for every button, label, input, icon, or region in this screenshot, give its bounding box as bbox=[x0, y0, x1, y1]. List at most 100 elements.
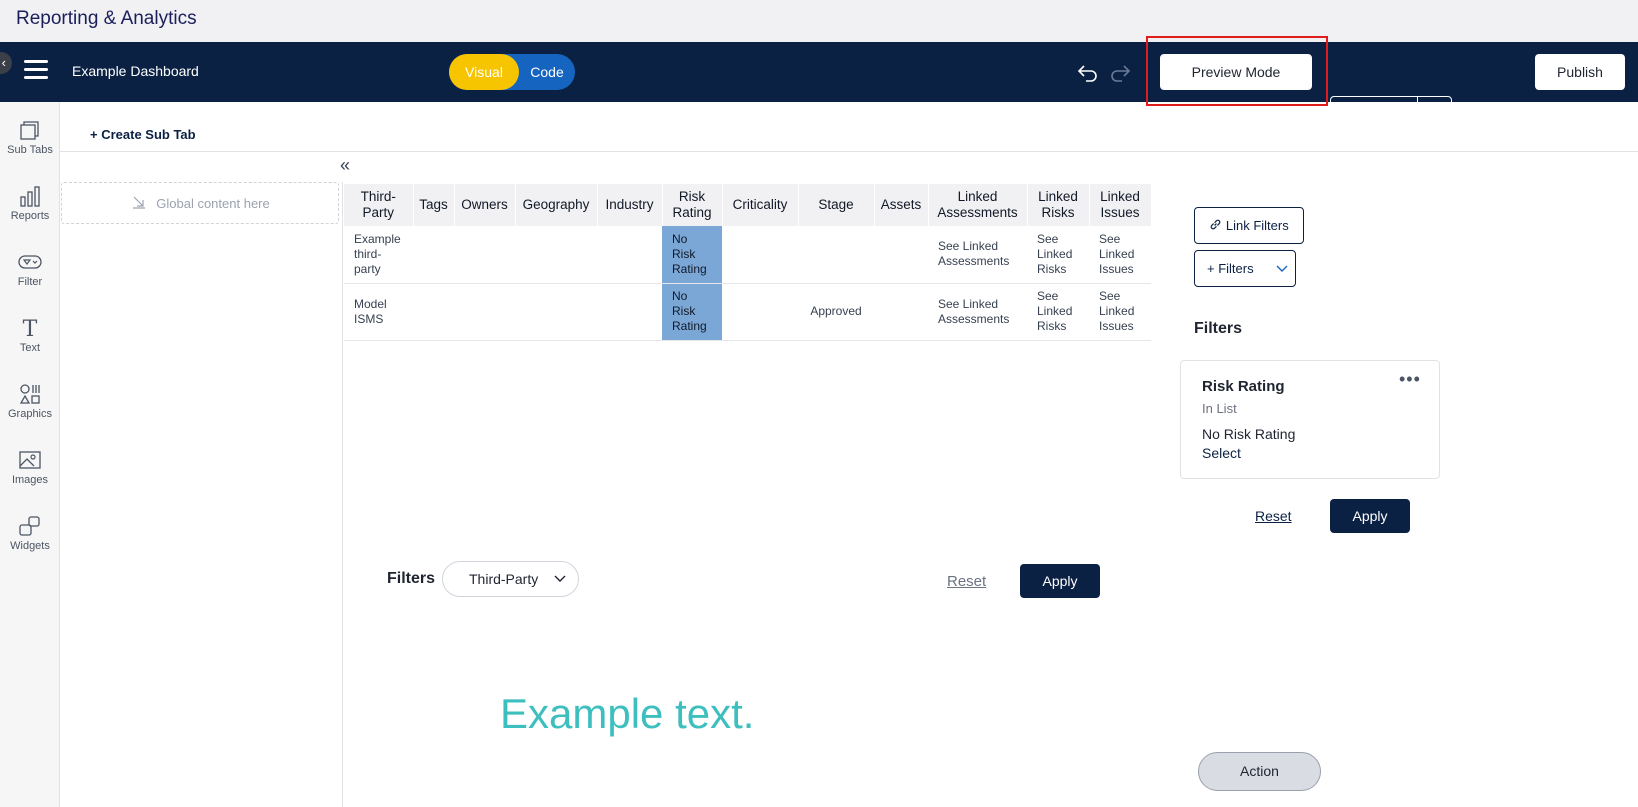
third-party-table: Third-Party Tags Owners Geography Indust… bbox=[344, 184, 1152, 341]
collapse-panel-icon[interactable]: « bbox=[340, 155, 350, 176]
rail-item-sub-tabs[interactable]: Sub Tabs bbox=[0, 110, 60, 172]
table-header-row: Third-Party Tags Owners Geography Indust… bbox=[344, 184, 1152, 226]
hamburger-menu-icon[interactable] bbox=[24, 60, 48, 80]
column-header[interactable]: Linked Assessments bbox=[928, 184, 1028, 226]
app-title: Reporting & Analytics bbox=[16, 8, 197, 29]
filter-select-link[interactable]: Select bbox=[1202, 445, 1241, 461]
redo-icon[interactable] bbox=[1108, 60, 1132, 84]
preview-highlight-box bbox=[1146, 36, 1328, 106]
table-cell: Example third-party bbox=[344, 226, 413, 284]
third-party-pill-label: Third-Party bbox=[469, 571, 539, 587]
column-header[interactable]: Assets bbox=[874, 184, 929, 226]
rail-label: Filter bbox=[17, 276, 43, 288]
publish-button[interactable]: Publish bbox=[1535, 54, 1625, 90]
rail-label: Images bbox=[11, 474, 49, 486]
rail-label: Text bbox=[19, 342, 41, 354]
sub-tabs-icon bbox=[20, 121, 39, 140]
table-cell bbox=[597, 283, 662, 341]
linked-assessments-link[interactable]: See Linked Assessments bbox=[928, 283, 1027, 341]
filter-panel-apply-button[interactable]: Apply bbox=[1330, 499, 1410, 533]
table-cell bbox=[454, 226, 515, 284]
filter-operator: In List bbox=[1202, 401, 1237, 416]
subtab-divider bbox=[60, 151, 1638, 152]
add-filters-label: + Filters bbox=[1207, 261, 1254, 276]
table-cell bbox=[515, 226, 597, 284]
column-header[interactable]: Tags bbox=[413, 184, 455, 226]
example-text-widget[interactable]: Example text. bbox=[500, 690, 754, 738]
rail-item-text[interactable]: T Text bbox=[0, 308, 60, 370]
table-cell bbox=[413, 226, 454, 284]
link-filters-button[interactable]: Link Filters bbox=[1194, 207, 1304, 244]
rail-item-widgets[interactable]: Widgets bbox=[0, 506, 60, 568]
linked-risks-link[interactable]: See Linked Risks bbox=[1027, 283, 1089, 341]
mode-visual-option[interactable]: Visual bbox=[449, 54, 519, 90]
undo-icon[interactable] bbox=[1076, 60, 1100, 84]
svg-text:T: T bbox=[23, 317, 38, 340]
third-party-filter-dropdown[interactable]: Third-Party bbox=[442, 561, 579, 597]
rail-item-reports[interactable]: Reports bbox=[0, 176, 60, 238]
more-button[interactable]: More bbox=[1330, 96, 1452, 132]
table-cell bbox=[722, 226, 798, 284]
bottom-apply-button[interactable]: Apply bbox=[1020, 564, 1100, 598]
table-cell bbox=[722, 283, 798, 341]
dashboard-name: Example Dashboard bbox=[72, 63, 199, 79]
table-cell bbox=[454, 283, 515, 341]
linked-issues-link[interactable]: See Linked Issues bbox=[1089, 283, 1151, 341]
table-cell: Approved bbox=[798, 283, 874, 341]
dashboard-header: ‹ Example Dashboard Visual Code More bbox=[0, 42, 1638, 132]
link-filters-label: Link Filters bbox=[1225, 218, 1289, 233]
rail-label: Widgets bbox=[10, 540, 50, 552]
global-content-panel[interactable]: Global content here bbox=[61, 182, 339, 224]
rail-item-images[interactable]: Images bbox=[0, 440, 60, 502]
bar-chart-icon bbox=[20, 186, 40, 207]
collapse-handle-icon[interactable]: ‹ bbox=[0, 52, 12, 74]
table-cell bbox=[798, 226, 874, 284]
filters-heading: Filters bbox=[1194, 320, 1243, 337]
action-button[interactable]: Action bbox=[1198, 752, 1321, 791]
linked-risks-link[interactable]: See Linked Risks bbox=[1027, 226, 1089, 284]
shapes-icon bbox=[19, 384, 40, 404]
widgets-icon bbox=[19, 516, 40, 536]
link-icon bbox=[1210, 219, 1221, 230]
more-label[interactable]: More bbox=[1331, 97, 1418, 131]
filter-panel-reset-link[interactable]: Reset bbox=[1255, 508, 1292, 524]
image-icon bbox=[19, 451, 41, 469]
table-row: Example third-party No Risk Rating See L… bbox=[344, 226, 1151, 284]
canvas-divider bbox=[342, 182, 343, 807]
column-header[interactable]: Third-Party bbox=[344, 184, 414, 226]
risk-rating-filter-card: Risk Rating ••• In List No Risk Rating S… bbox=[1180, 360, 1440, 479]
column-header[interactable]: Linked Issues bbox=[1089, 184, 1152, 226]
filter-icon bbox=[18, 255, 42, 269]
column-header[interactable]: Criticality bbox=[722, 184, 799, 226]
chevron-down-icon bbox=[1276, 265, 1288, 272]
bottom-filters-label: Filters bbox=[387, 570, 436, 587]
linked-assessments-link[interactable]: See Linked Assessments bbox=[928, 226, 1027, 284]
bottom-reset-link[interactable]: Reset bbox=[947, 573, 986, 590]
rail-item-graphics[interactable]: Graphics bbox=[0, 374, 60, 436]
table-cell bbox=[597, 226, 662, 284]
rail-label: Reports bbox=[10, 210, 50, 222]
column-header[interactable]: Linked Risks bbox=[1027, 184, 1090, 226]
text-icon: T bbox=[23, 317, 38, 340]
add-filters-button[interactable]: + Filters bbox=[1194, 250, 1296, 287]
table-cell bbox=[874, 283, 928, 341]
create-sub-tab-button[interactable]: + Create Sub Tab bbox=[90, 127, 196, 142]
column-header[interactable]: Risk Rating bbox=[662, 184, 723, 226]
mode-toggle[interactable]: Visual Code bbox=[449, 54, 575, 90]
global-content-text: Global content here bbox=[156, 196, 270, 211]
chevron-down-icon[interactable] bbox=[1418, 97, 1452, 131]
global-content-placeholder: Global content here bbox=[62, 195, 340, 211]
column-header[interactable]: Industry bbox=[597, 184, 663, 226]
column-header[interactable]: Owners bbox=[454, 184, 516, 226]
linked-issues-link[interactable]: See Linked Issues bbox=[1089, 226, 1151, 284]
risk-rating-cell: No Risk Rating bbox=[662, 226, 722, 284]
mode-code-option[interactable]: Code bbox=[519, 54, 575, 90]
column-header[interactable]: Geography bbox=[515, 184, 598, 226]
more-options-icon[interactable]: ••• bbox=[1399, 369, 1421, 390]
rail-item-filter[interactable]: Filter bbox=[0, 242, 60, 304]
rail-label: Sub Tabs bbox=[7, 144, 53, 156]
table-cell: Model ISMS bbox=[344, 283, 413, 341]
filter-value: No Risk Rating bbox=[1202, 426, 1296, 442]
column-header[interactable]: Stage bbox=[798, 184, 875, 226]
left-rail: Sub Tabs Reports Filter T Text Graphics … bbox=[0, 102, 60, 807]
